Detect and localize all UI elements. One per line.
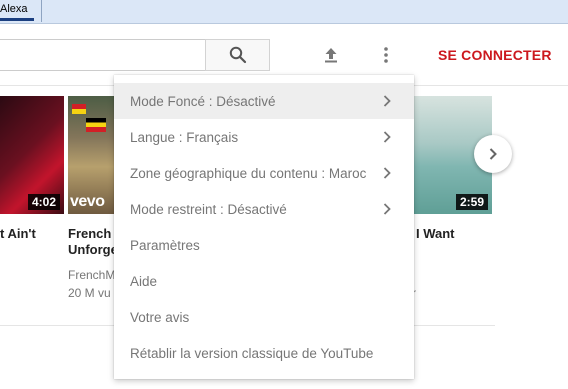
chevron-right-icon [489,148,497,160]
video-views: 20 M vu [68,286,111,300]
video-duration: 4:02 [27,194,60,210]
menu-item-feedback[interactable]: Votre avis [114,299,414,335]
flag-image [72,104,86,114]
menu-item-dark-mode[interactable]: Mode Foncé : Désactivé [114,83,414,119]
more-options-icon[interactable] [374,43,398,67]
menu-item-label: Langue : Français [130,129,239,145]
bookmark-active-indicator [0,18,34,21]
chevron-right-icon [383,131,391,143]
video-duration: 2:59 [455,194,488,210]
signin-button[interactable]: SE CONNECTER [438,47,552,63]
chevron-right-icon [383,167,391,179]
menu-item-settings[interactable]: Paramètres [114,227,414,263]
menu-item-restricted-mode[interactable]: Mode restreint : Désactivé [114,191,414,227]
menu-item-label: Paramètres [130,237,200,253]
video-title[interactable]: t Ain't [0,226,36,242]
youtube-page: Alexa SE CONNECTER 4:02 t Ain't vevo Fre… [0,0,568,389]
search-button[interactable] [205,39,270,71]
menu-item-classic-youtube[interactable]: Rétablir la version classique de YouTube [114,335,414,371]
chevron-right-icon [383,203,391,215]
video-title[interactable]: I Want [416,226,455,242]
browser-bookmarks-bar: Alexa [0,0,568,24]
bookmark-alexa[interactable]: Alexa [0,0,42,22]
search-icon [229,46,246,64]
video-thumbnail[interactable]: vevo [68,96,114,214]
bookmark-label: Alexa [0,3,28,15]
vevo-logo: vevo [70,193,105,210]
menu-item-label: Votre avis [130,309,190,325]
menu-item-label: Aide [130,273,158,289]
chevron-right-icon [383,95,391,107]
settings-menu: Mode Foncé : Désactivé Langue : Français… [114,75,414,379]
menu-item-language[interactable]: Langue : Français [114,119,414,155]
video-title-line[interactable]: French [68,226,111,242]
menu-item-location[interactable]: Zone géographique du contenu : Maroc [114,155,414,191]
flag-image [86,118,106,132]
menu-item-label: Zone géographique du contenu : Maroc [130,165,367,181]
menu-item-help[interactable]: Aide [114,263,414,299]
video-title-line[interactable]: Unforge [68,242,118,258]
video-channel[interactable]: FrenchM [68,266,115,284]
menu-item-label: Mode Foncé : Désactivé [130,93,276,109]
menu-item-label: Mode restreint : Désactivé [130,201,287,217]
upload-icon[interactable] [319,43,343,67]
video-thumbnail[interactable]: 4:02 [0,96,64,214]
shelf-next-button[interactable] [474,135,512,173]
search-input[interactable] [0,39,206,71]
menu-item-label: Rétablir la version classique de YouTube [130,345,374,361]
